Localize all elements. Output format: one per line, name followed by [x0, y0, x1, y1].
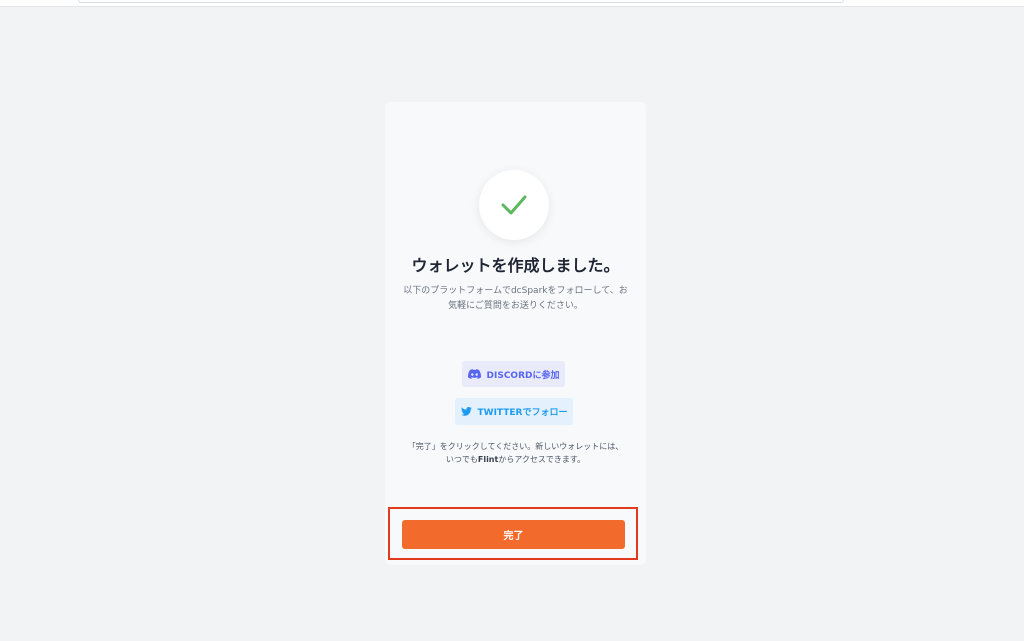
success-badge	[479, 170, 549, 240]
twitter-button-label: TWITTERでフォロー	[477, 408, 568, 418]
join-discord-button[interactable]: DISCORDに参加	[462, 361, 565, 387]
page-title: ウォレットを作成しました。	[411, 256, 620, 275]
follow-description: 以下のプラットフォームでdcSparkをフォローして、お気軽にご質問をお送りくだ…	[403, 286, 628, 311]
twitter-icon	[460, 407, 472, 416]
discord-icon	[467, 369, 481, 379]
note-brand: Flint	[477, 455, 499, 464]
completion-note: 「完了」をクリックしてください。新しいウォレットには、いつでもFlintからアク…	[405, 440, 626, 466]
note-text-after: からアクセスできます。	[498, 455, 586, 464]
check-icon	[501, 195, 527, 215]
wallet-created-card: ウォレットを作成しました。 以下のプラットフォームでdcSparkをフォローして…	[385, 102, 646, 565]
follow-twitter-button[interactable]: TWITTERでフォロー	[455, 398, 573, 425]
done-button[interactable]: 完了	[402, 520, 625, 549]
done-button-label: 完了	[503, 531, 524, 542]
browser-top-bar	[0, 0, 1024, 7]
address-field[interactable]	[78, 0, 844, 3]
discord-button-label: DISCORDに参加	[486, 370, 560, 381]
